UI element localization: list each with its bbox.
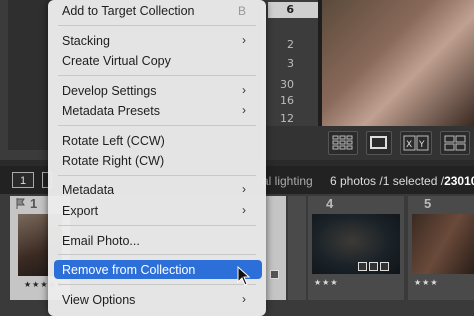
menu-separator <box>58 284 256 285</box>
cell-number: 1 <box>30 196 38 211</box>
filmstrip-cell[interactable] <box>266 196 286 300</box>
filmstrip-cell[interactable]: 4 ★★★ <box>308 196 404 300</box>
menu-item-remove-from-collection[interactable]: Remove from Collection <box>62 263 195 277</box>
context-menu: Add to Target Collection B Stacking › Cr… <box>48 0 266 316</box>
edit-badge-icon <box>380 262 389 271</box>
loupe-icon <box>370 136 387 149</box>
chevron-right-icon: › <box>242 292 246 306</box>
badge-icon <box>270 270 279 279</box>
chevron-right-icon: › <box>242 83 246 97</box>
collection-count[interactable]: 16 <box>264 94 294 107</box>
photo-file-name: 230108 R <box>444 174 474 188</box>
menu-item-export[interactable]: Export <box>62 204 98 218</box>
cell-number: 5 <box>424 196 432 211</box>
flag-icon <box>16 198 25 209</box>
screen-number-button[interactable]: 1 <box>12 172 34 188</box>
menu-item-metadata-presets[interactable]: Metadata Presets <box>62 104 160 118</box>
chevron-right-icon: › <box>242 33 246 47</box>
chevron-right-icon: › <box>242 203 246 217</box>
star-rating: ★★★ <box>414 278 439 287</box>
collection-count[interactable]: 2 <box>264 38 294 51</box>
chevron-right-icon: › <box>242 103 246 117</box>
menu-item-view-options[interactable]: View Options <box>62 293 135 307</box>
grid-icon <box>332 135 353 150</box>
filmstrip-cell[interactable] <box>288 196 306 300</box>
compare-view-button[interactable]: X Y <box>400 131 432 155</box>
collection-count[interactable]: 12 <box>264 112 294 125</box>
collection-count-selected[interactable]: 6 <box>268 2 318 18</box>
svg-text:Y: Y <box>418 140 425 150</box>
collection-badge-icon <box>369 262 378 271</box>
svg-text:X: X <box>406 140 412 150</box>
photo-thumbnail <box>412 214 474 274</box>
star-rating: ★★★ <box>314 278 339 287</box>
menu-item-develop-settings[interactable]: Develop Settings <box>62 84 157 98</box>
menu-item-add-to-target-collection[interactable]: Add to Target Collection <box>62 4 195 18</box>
menu-item-rotate-left[interactable]: Rotate Left (CCW) <box>62 134 165 148</box>
menu-item-email-photo[interactable]: Email Photo... <box>62 234 140 248</box>
crop-badge-icon <box>358 262 367 271</box>
photo-count-status: 6 photos /1 selected /230108 R <box>330 174 474 188</box>
collection-count[interactable]: 30 <box>264 78 294 91</box>
preview-photo <box>322 0 474 126</box>
photo-count-text: 6 photos /1 selected / <box>330 174 445 188</box>
menu-item-metadata[interactable]: Metadata <box>62 183 114 197</box>
cell-number: 4 <box>326 196 334 211</box>
menu-item-create-virtual-copy[interactable]: Create Virtual Copy <box>62 54 171 68</box>
shortcut-label: B <box>238 4 247 18</box>
menu-separator <box>58 75 256 76</box>
survey-icon <box>444 135 466 151</box>
chevron-right-icon: › <box>242 182 246 196</box>
menu-item-stacking[interactable]: Stacking <box>62 34 110 48</box>
compare-icon: X Y <box>403 135 429 151</box>
menu-item-rotate-right[interactable]: Rotate Right (CW) <box>62 154 164 168</box>
menu-separator <box>58 175 256 176</box>
menu-separator <box>58 25 256 26</box>
loupe-view-button[interactable] <box>366 131 392 155</box>
filmstrip-cell[interactable]: 5 ★★★ <box>408 196 474 300</box>
survey-view-button[interactable] <box>440 131 470 155</box>
mouse-pointer-icon <box>237 266 251 286</box>
grid-view-button[interactable] <box>328 131 358 155</box>
collection-count[interactable]: 3 <box>264 57 294 70</box>
menu-separator <box>58 254 256 255</box>
menu-separator <box>58 125 256 126</box>
menu-separator <box>58 225 256 226</box>
filmstrip-source-label[interactable]: al lighting <box>262 174 313 188</box>
collection-count-column: 6 2 3 30 16 12 <box>262 0 318 126</box>
